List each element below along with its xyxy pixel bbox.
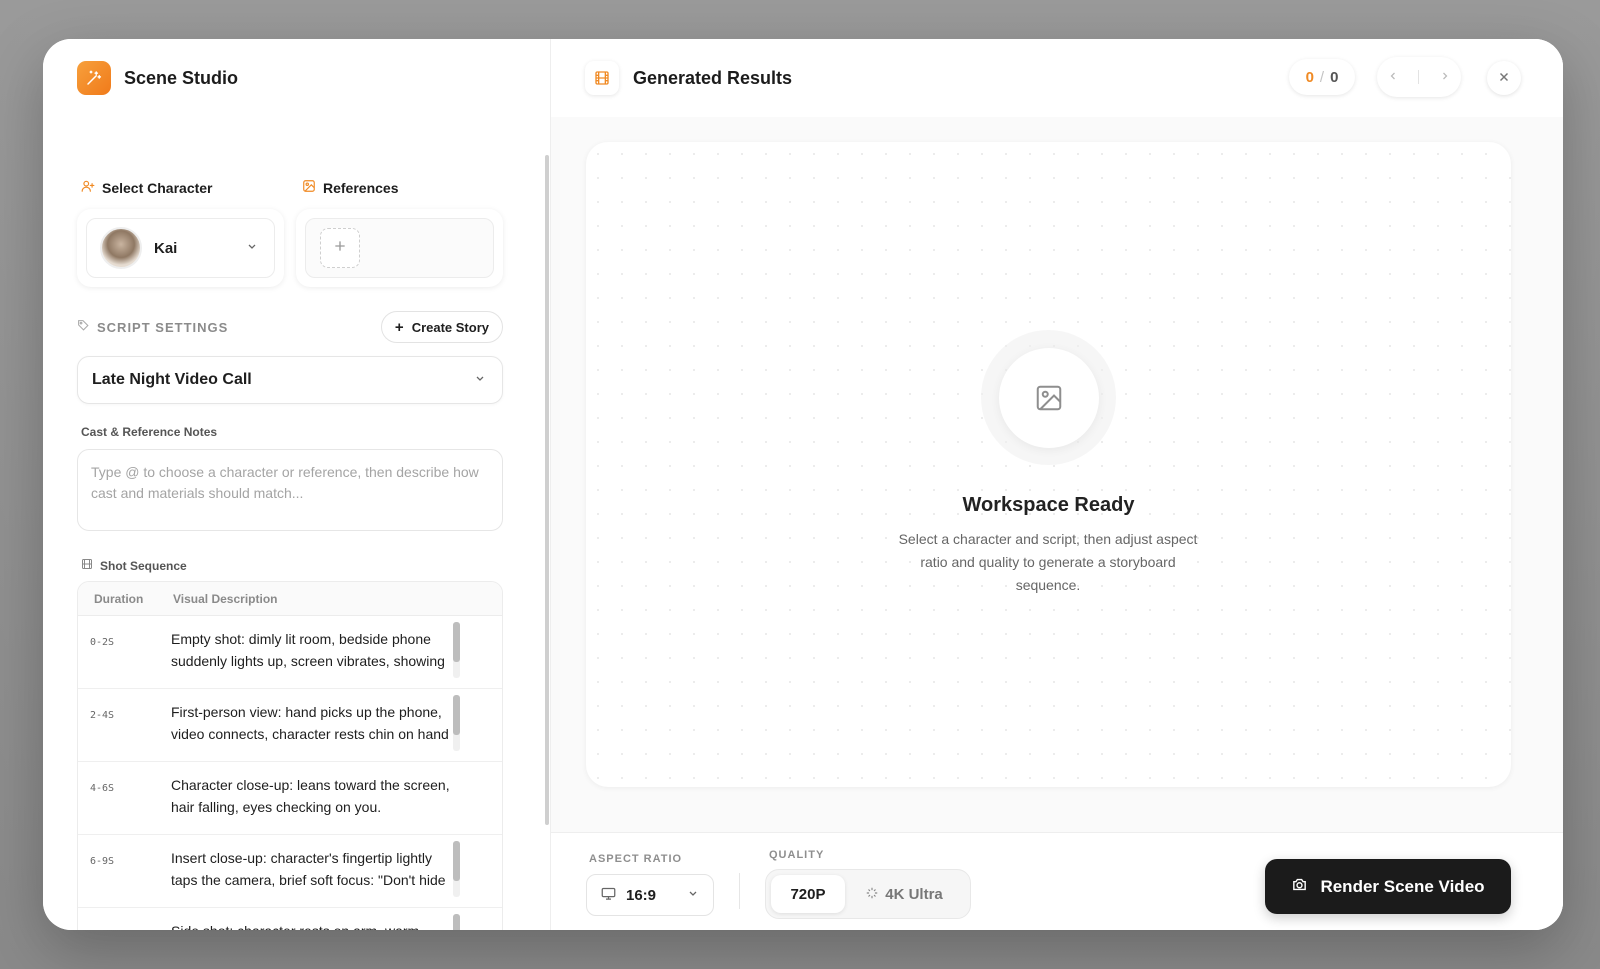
right-panel: Generated Results 0 / 0 Workspace Ready … <box>551 39 1563 930</box>
workspace-icon-ring <box>981 330 1116 465</box>
table-row[interactable]: 9-12S Side shot: character rests on arm,… <box>78 908 502 930</box>
story-select[interactable]: Late Night Video Call <box>77 356 503 404</box>
current-count: 0 <box>1305 68 1314 86</box>
workspace-canvas: Workspace Ready Select a character and s… <box>586 142 1511 787</box>
render-scene-video-button[interactable]: Render Scene Video <box>1265 859 1511 914</box>
duration-header: Duration <box>94 591 144 606</box>
monitor-icon <box>601 886 616 904</box>
quality-label: QUALITY <box>769 849 825 861</box>
plus-icon <box>332 237 348 260</box>
pager <box>1377 57 1461 97</box>
shot-description[interactable]: Character close-up: leans toward the scr… <box>171 762 451 823</box>
shot-duration: 2-4S <box>90 710 115 721</box>
chevron-left-icon[interactable] <box>1387 69 1399 85</box>
character-avatar <box>100 227 142 269</box>
aspect-ratio-value: 16:9 <box>626 886 657 904</box>
create-story-button[interactable]: + Create Story <box>380 311 503 343</box>
select-character-label: Select Character <box>81 179 213 196</box>
controls-divider <box>739 873 740 909</box>
chevron-down-icon <box>474 373 486 388</box>
pager-divider <box>1418 70 1420 84</box>
left-scrollbar[interactable] <box>545 155 549 825</box>
tag-icon <box>77 319 90 335</box>
results-counter: 0 / 0 <box>1289 59 1355 95</box>
close-button[interactable] <box>1487 61 1521 95</box>
aspect-ratio-select[interactable]: 16:9 <box>586 874 714 916</box>
character-card: Kai <box>77 209 284 287</box>
chevron-right-icon[interactable] <box>1439 69 1451 85</box>
right-header: Generated Results 0 / 0 <box>551 39 1563 117</box>
section-labels: Select Character References <box>81 179 511 199</box>
aspect-ratio-label: ASPECT RATIO <box>589 853 683 865</box>
row-scrollbar[interactable] <box>453 695 460 751</box>
bottom-controls: ASPECT RATIO 16:9 QUALITY 720P 4K Ultra … <box>551 832 1563 930</box>
character-select[interactable]: Kai <box>86 218 275 278</box>
shot-duration: 9-12S <box>78 908 171 930</box>
left-header: Scene Studio <box>43 39 550 117</box>
quality-option-720p[interactable]: 720P <box>771 875 845 913</box>
counter-separator: / <box>1319 68 1325 86</box>
add-reference-button[interactable] <box>320 228 360 268</box>
magic-wand-icon <box>77 61 111 95</box>
image-icon <box>302 179 316 196</box>
user-plus-icon <box>81 179 95 196</box>
shot-duration: 0-2S <box>90 637 115 648</box>
shot-sequence-table: Duration Visual Description 0-2S Empty s… <box>77 581 503 930</box>
app-title: Scene Studio <box>124 67 239 88</box>
references-area <box>305 218 494 278</box>
table-row[interactable]: 2-4S First-person view: hand picks up th… <box>78 689 502 762</box>
total-count: 0 <box>1330 68 1339 86</box>
shot-description[interactable]: Side shot: character rests on arm, warm … <box>171 908 451 930</box>
script-settings-label: SCRIPT SETTINGS <box>77 319 228 335</box>
shot-duration: 6-9S <box>90 856 115 867</box>
table-row[interactable]: 6-9S Insert close-up: character's finger… <box>78 835 502 908</box>
table-row[interactable]: 4-6S Character close-up: leans toward th… <box>78 762 502 835</box>
plus-icon: + <box>394 318 404 336</box>
notes-input[interactable]: Type @ to choose a character or referenc… <box>77 449 503 531</box>
notes-label: Cast & Reference Notes <box>81 425 218 439</box>
references-card <box>296 209 503 287</box>
shot-sequence-label: Shot Sequence <box>81 558 187 573</box>
chevron-down-icon <box>687 888 699 903</box>
film-icon <box>585 61 619 95</box>
image-icon <box>998 347 1099 448</box>
sparkle-icon <box>865 886 879 903</box>
scene-studio-modal: Scene Studio Select Character References <box>43 39 1563 930</box>
story-selected-value: Late Night Video Call <box>92 371 252 388</box>
row-scrollbar[interactable] <box>453 622 460 678</box>
table-header: Duration Visual Description <box>78 582 502 616</box>
shot-duration: 4-6S <box>90 783 115 794</box>
table-row[interactable]: 0-2S Empty shot: dimly lit room, bedside… <box>78 616 502 689</box>
references-label: References <box>302 179 399 196</box>
row-scrollbar[interactable] <box>453 841 460 897</box>
close-icon <box>1497 68 1511 89</box>
shot-description[interactable]: First-person view: hand picks up the pho… <box>171 689 451 750</box>
visual-description-header: Visual Description <box>173 591 278 606</box>
quality-toggle: 720P 4K Ultra <box>765 869 971 919</box>
character-name: Kai <box>154 239 178 257</box>
left-panel: Scene Studio Select Character References <box>43 39 551 930</box>
chevron-down-icon <box>246 241 258 256</box>
shot-description[interactable]: Empty shot: dimly lit room, bedside phon… <box>171 616 451 677</box>
workspace-title: Workspace Ready <box>962 494 1135 516</box>
quality-option-4k-ultra[interactable]: 4K Ultra <box>845 875 963 913</box>
row-scrollbar[interactable] <box>453 914 460 930</box>
camera-icon <box>1291 876 1308 897</box>
workspace-description: Select a character and script, then adju… <box>898 531 1198 593</box>
film-icon <box>81 558 93 573</box>
script-settings-row: SCRIPT SETTINGS + Create Story <box>77 311 503 343</box>
results-title: Generated Results <box>633 67 793 88</box>
shot-description[interactable]: Insert close-up: character's fingertip l… <box>171 835 451 896</box>
left-scroll-area[interactable]: Select Character References Kai SCRIPT S… <box>43 117 550 930</box>
